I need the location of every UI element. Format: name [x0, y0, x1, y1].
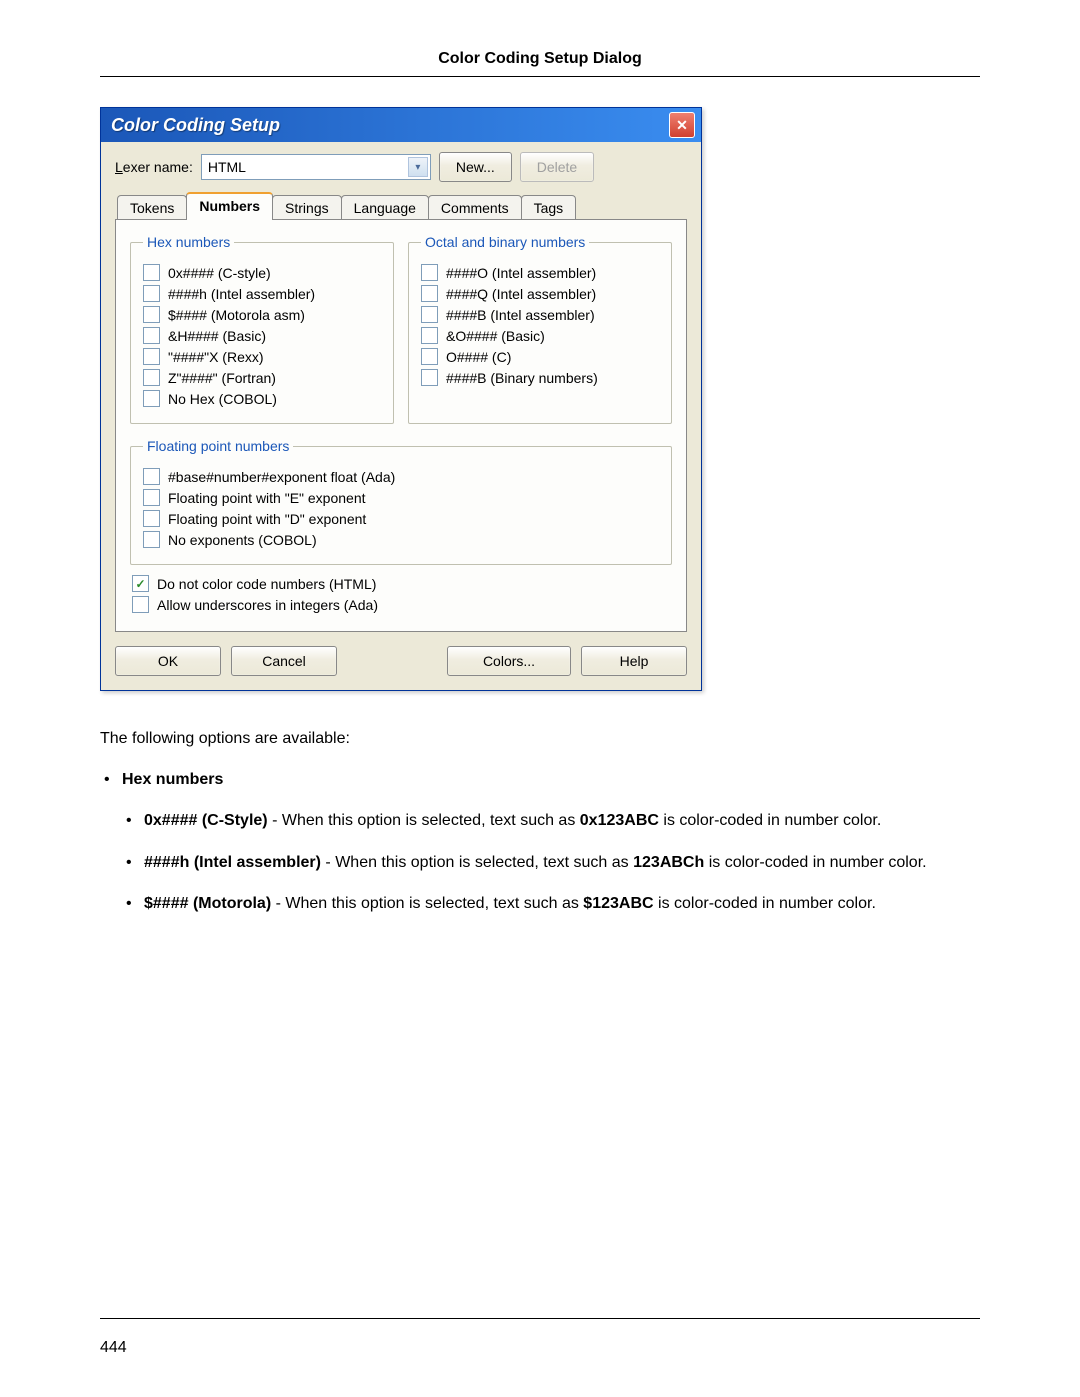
- hex-cstyle-option[interactable]: ✓0x#### (C-style): [143, 264, 381, 281]
- checkbox-icon[interactable]: ✓: [143, 531, 160, 548]
- octal-basic-option[interactable]: ✓&O#### (Basic): [421, 327, 659, 344]
- dialog-body: Lexer name: HTML ▾ New... Delete Tokens …: [101, 142, 701, 690]
- chevron-down-icon[interactable]: ▾: [408, 157, 428, 177]
- lexer-name-combo[interactable]: HTML ▾: [201, 154, 431, 180]
- octal-c-option[interactable]: ✓O#### (C): [421, 348, 659, 365]
- lexer-name-value: HTML: [208, 159, 246, 175]
- float-e-exponent-option[interactable]: ✓Floating point with "E" exponent: [143, 489, 659, 506]
- checkbox-icon[interactable]: ✓: [421, 264, 438, 281]
- float-d-exponent-option[interactable]: ✓Floating point with "D" exponent: [143, 510, 659, 527]
- binary-numbers-option[interactable]: ✓####B (Binary numbers): [421, 369, 659, 386]
- checkbox-icon[interactable]: ✓: [421, 327, 438, 344]
- new-button[interactable]: New...: [439, 152, 512, 182]
- checkbox-icon[interactable]: ✓: [143, 285, 160, 302]
- checkbox-icon[interactable]: ✓: [143, 306, 160, 323]
- checkbox-icon[interactable]: ✓: [143, 369, 160, 386]
- checkbox-icon[interactable]: ✓: [421, 306, 438, 323]
- floating-point-group: Floating point numbers ✓#base#number#exp…: [130, 438, 672, 565]
- checkbox-icon[interactable]: ✓: [143, 468, 160, 485]
- doc-section-hex: Hex numbers 0x#### (C-Style) - When this…: [122, 768, 980, 915]
- tab-numbers[interactable]: Numbers: [186, 192, 273, 220]
- hex-numbers-group: Hex numbers ✓0x#### (C-style) ✓####h (In…: [130, 234, 394, 424]
- checkbox-icon[interactable]: ✓: [421, 348, 438, 365]
- hex-fortran-option[interactable]: ✓Z"####" (Fortran): [143, 369, 381, 386]
- checkbox-icon[interactable]: ✓: [421, 369, 438, 386]
- doc-item-motorola: $#### (Motorola) - When this option is s…: [144, 892, 980, 915]
- tab-language[interactable]: Language: [341, 195, 429, 220]
- lexer-name-label: Lexer name:: [115, 159, 193, 175]
- octal-binary-group: Octal and binary numbers ✓####O (Intel a…: [408, 234, 672, 424]
- header-rule: [100, 76, 980, 77]
- binary-b-intel-option[interactable]: ✓####B (Intel assembler): [421, 306, 659, 323]
- doc-text: The following options are available: Hex…: [100, 727, 980, 915]
- checkbox-icon[interactable]: ✓: [143, 510, 160, 527]
- doc-item-cstyle: 0x#### (C-Style) - When this option is s…: [144, 809, 980, 832]
- tab-strings[interactable]: Strings: [272, 195, 342, 220]
- float-ada-option[interactable]: ✓#base#number#exponent float (Ada): [143, 468, 659, 485]
- hex-rexx-option[interactable]: ✓"####"X (Rexx): [143, 348, 381, 365]
- no-color-code-numbers-option[interactable]: ✓Do not color code numbers (HTML): [132, 575, 672, 592]
- octal-binary-legend: Octal and binary numbers: [421, 234, 589, 250]
- cancel-button[interactable]: Cancel: [231, 646, 337, 676]
- hex-motorola-option[interactable]: ✓$#### (Motorola asm): [143, 306, 381, 323]
- delete-button: Delete: [520, 152, 594, 182]
- page-number: 444: [100, 1339, 127, 1357]
- titlebar-text: Color Coding Setup: [111, 115, 280, 136]
- footer-rule: [100, 1318, 980, 1319]
- titlebar[interactable]: Color Coding Setup ✕: [101, 108, 701, 142]
- octal-o-intel-option[interactable]: ✓####O (Intel assembler): [421, 264, 659, 281]
- colors-button[interactable]: Colors...: [447, 646, 571, 676]
- page-header-title: Color Coding Setup Dialog: [100, 50, 980, 68]
- floating-point-legend: Floating point numbers: [143, 438, 293, 454]
- tab-comments[interactable]: Comments: [428, 195, 522, 220]
- hex-intel-option[interactable]: ✓####h (Intel assembler): [143, 285, 381, 302]
- close-icon[interactable]: ✕: [669, 112, 695, 138]
- extra-options: ✓Do not color code numbers (HTML) ✓Allow…: [130, 575, 672, 613]
- hex-basic-option[interactable]: ✓&H#### (Basic): [143, 327, 381, 344]
- octal-q-intel-option[interactable]: ✓####Q (Intel assembler): [421, 285, 659, 302]
- float-cobol-option[interactable]: ✓No exponents (COBOL): [143, 531, 659, 548]
- allow-underscores-option[interactable]: ✓Allow underscores in integers (Ada): [132, 596, 672, 613]
- ok-button[interactable]: OK: [115, 646, 221, 676]
- checkbox-icon[interactable]: ✓: [143, 489, 160, 506]
- color-coding-setup-dialog: Color Coding Setup ✕ Lexer name: HTML ▾ …: [100, 107, 702, 691]
- dialog-button-row: OK Cancel Colors... Help: [115, 646, 687, 676]
- checkbox-icon[interactable]: ✓: [143, 348, 160, 365]
- tabs: Tokens Numbers Strings Language Comments…: [115, 192, 687, 220]
- doc-intro: The following options are available:: [100, 727, 980, 750]
- checkbox-icon[interactable]: ✓: [132, 575, 149, 592]
- hex-numbers-legend: Hex numbers: [143, 234, 234, 250]
- doc-item-intel: ####h (Intel assembler) - When this opti…: [144, 851, 980, 874]
- tab-tags[interactable]: Tags: [521, 195, 577, 220]
- hex-cobol-option[interactable]: ✓No Hex (COBOL): [143, 390, 381, 407]
- checkbox-icon[interactable]: ✓: [143, 327, 160, 344]
- help-button[interactable]: Help: [581, 646, 687, 676]
- tab-panel-numbers: Hex numbers ✓0x#### (C-style) ✓####h (In…: [115, 219, 687, 632]
- checkbox-icon[interactable]: ✓: [143, 264, 160, 281]
- lexer-row: Lexer name: HTML ▾ New... Delete: [115, 152, 687, 182]
- tab-tokens[interactable]: Tokens: [117, 195, 187, 220]
- checkbox-icon[interactable]: ✓: [143, 390, 160, 407]
- checkbox-icon[interactable]: ✓: [132, 596, 149, 613]
- checkbox-icon[interactable]: ✓: [421, 285, 438, 302]
